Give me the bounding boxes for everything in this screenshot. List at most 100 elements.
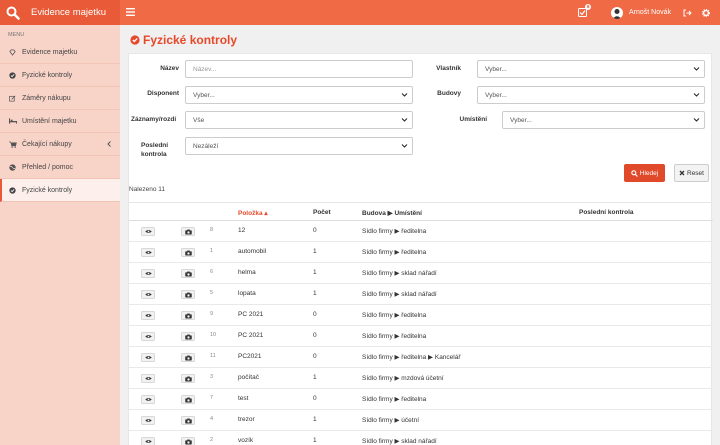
table-row: 5 lopata 1 Sídlo firmy ▶ sklad nářadí <box>129 284 713 305</box>
pocet-cell: 1 <box>313 248 317 255</box>
column-header-budova-umisteni[interactable]: Budova ▶ Umístění <box>362 209 422 217</box>
zaznamy-select[interactable]: Vše <box>185 111 413 129</box>
row-id: 11 <box>210 353 216 359</box>
photo-button[interactable] <box>181 311 195 320</box>
sidebar-item-label: Evidence majetku <box>22 48 78 56</box>
camera-icon <box>184 376 192 382</box>
polozka-cell: počítač <box>238 374 259 381</box>
table-row: 8 12 0 Sídlo firmy ▶ ředitelna <box>129 221 713 242</box>
polozka-cell: test <box>238 395 249 402</box>
hamburger-menu-icon[interactable] <box>126 7 135 19</box>
umisteni-label: Umístění <box>459 116 487 123</box>
polozka-cell: PC 2021 <box>238 311 264 318</box>
nazev-input[interactable]: Název... <box>185 60 413 78</box>
photo-button[interactable] <box>181 290 195 299</box>
camera-icon <box>184 418 192 424</box>
view-button[interactable] <box>141 437 155 445</box>
sidebar-item-umisteni-majetku[interactable]: Umístění majetku <box>0 110 120 133</box>
view-button[interactable] <box>141 353 155 362</box>
photo-button[interactable] <box>181 269 195 278</box>
sidebar-item-zamery-nakupu[interactable]: Záměry nákupu <box>0 87 120 110</box>
cart-icon <box>9 141 18 148</box>
table-row: 4 trezor 1 Sídlo firmy ▶ účetní <box>129 410 713 431</box>
eye-icon <box>144 334 152 339</box>
view-button[interactable] <box>141 248 155 257</box>
posledni-kontrola-label: Poslední kontrola <box>141 142 169 158</box>
photo-button[interactable] <box>181 248 195 257</box>
row-id: 2 <box>210 437 214 443</box>
results-table: Položka ▴ Počet Budova ▶ Umístění Posled… <box>128 202 713 445</box>
view-button[interactable] <box>141 332 155 341</box>
camera-icon <box>184 229 192 235</box>
tasks-button[interactable]: 6 <box>577 4 591 17</box>
umisteni-cell: Sídlo firmy ▶ sklad nářadí <box>362 438 437 445</box>
result-count: Nalezeno 11 <box>129 186 166 193</box>
camera-icon <box>184 439 192 445</box>
view-button[interactable] <box>141 269 155 278</box>
sidebar-item-label: Záměry nákupu <box>22 94 71 102</box>
umisteni-cell: Sídlo firmy ▶ ředitelna <box>362 312 427 319</box>
photo-button[interactable] <box>181 395 195 404</box>
posledni-kontrola-select[interactable]: Nezáleží <box>185 137 413 155</box>
photo-button[interactable] <box>181 437 195 445</box>
view-button[interactable] <box>141 227 155 236</box>
photo-button[interactable] <box>181 332 195 341</box>
brand[interactable]: Evidence majetku <box>0 0 120 25</box>
settings-icon[interactable] <box>702 8 710 17</box>
polozka-cell: PC2021 <box>238 353 262 360</box>
column-header-pocet[interactable]: Počet <box>313 209 331 216</box>
column-header-posledni-kontrola[interactable]: Poslední kontrola <box>579 209 634 216</box>
view-button[interactable] <box>141 416 155 425</box>
polozka-cell: automobil <box>238 248 267 255</box>
camera-icon <box>184 292 192 298</box>
row-id: 5 <box>210 290 214 296</box>
camera-icon <box>184 271 192 277</box>
column-header-polozka[interactable]: Položka ▴ <box>238 209 268 217</box>
pocet-cell: 1 <box>313 374 317 381</box>
close-icon <box>679 170 685 176</box>
main-content: Fyzické kontroly Název Název... Vlastník… <box>120 25 720 445</box>
avatar[interactable] <box>610 6 623 19</box>
polozka-cell: helma <box>238 269 256 276</box>
budovy-select[interactable]: Vyber... <box>477 86 705 104</box>
row-id: 7 <box>210 395 214 401</box>
view-button[interactable] <box>141 311 155 320</box>
umisteni-cell: Sídlo firmy ▶ ředitelna ▶ Kancelář <box>362 354 461 361</box>
row-id: 8 <box>210 227 214 233</box>
eye-icon <box>144 418 152 423</box>
menu-label: MENU <box>8 32 25 38</box>
sidebar: MENU Evidence majetku Fyzické kontroly Z… <box>0 25 120 445</box>
polozka-cell: trezor <box>238 416 255 423</box>
sidebar-item-evidence-majetku[interactable]: Evidence majetku <box>0 41 120 64</box>
umisteni-select[interactable]: Vyber... <box>502 111 705 129</box>
sidebar-item-cekajici-nakupy[interactable]: Čekající nákupy <box>0 133 120 156</box>
zaznamy-label: Záznamy/rozdí <box>131 116 177 123</box>
eye-icon <box>144 355 152 360</box>
disponent-select[interactable]: Vyber... <box>185 86 413 104</box>
logout-icon[interactable] <box>683 9 692 17</box>
photo-button[interactable] <box>181 227 195 236</box>
umisteni-cell: Sídlo firmy ▶ ředitelna <box>362 396 427 403</box>
search-logo-icon <box>6 6 20 20</box>
camera-icon <box>184 334 192 340</box>
eye-icon <box>144 397 152 402</box>
chevron-down-icon <box>401 116 408 125</box>
pocet-cell: 1 <box>313 437 317 444</box>
reset-button[interactable]: Reset <box>674 164 709 182</box>
pocet-cell: 0 <box>313 353 317 360</box>
photo-button[interactable] <box>181 353 195 362</box>
sidebar-item-prehled-pomoc[interactable]: Přehled / pomoc <box>0 156 120 179</box>
view-button[interactable] <box>141 395 155 404</box>
search-button[interactable]: Hledej <box>624 164 665 182</box>
sidebar-item-fyzicke-kontroly-active[interactable]: Fyzické kontroly <box>0 179 120 202</box>
user-name[interactable]: Arnošt Novák <box>629 9 671 16</box>
filter-panel: Název Název... Vlastník Vyber... Dispone… <box>128 53 712 204</box>
table-row: 9 PC 2021 0 Sídlo firmy ▶ ředitelna <box>129 305 713 326</box>
sidebar-item-fyzicke-kontroly[interactable]: Fyzické kontroly <box>0 64 120 87</box>
view-button[interactable] <box>141 374 155 383</box>
view-button[interactable] <box>141 290 155 299</box>
check-circle-icon <box>9 186 18 194</box>
vlastnik-select[interactable]: Vyber... <box>477 60 705 78</box>
photo-button[interactable] <box>181 374 195 383</box>
photo-button[interactable] <box>181 416 195 425</box>
